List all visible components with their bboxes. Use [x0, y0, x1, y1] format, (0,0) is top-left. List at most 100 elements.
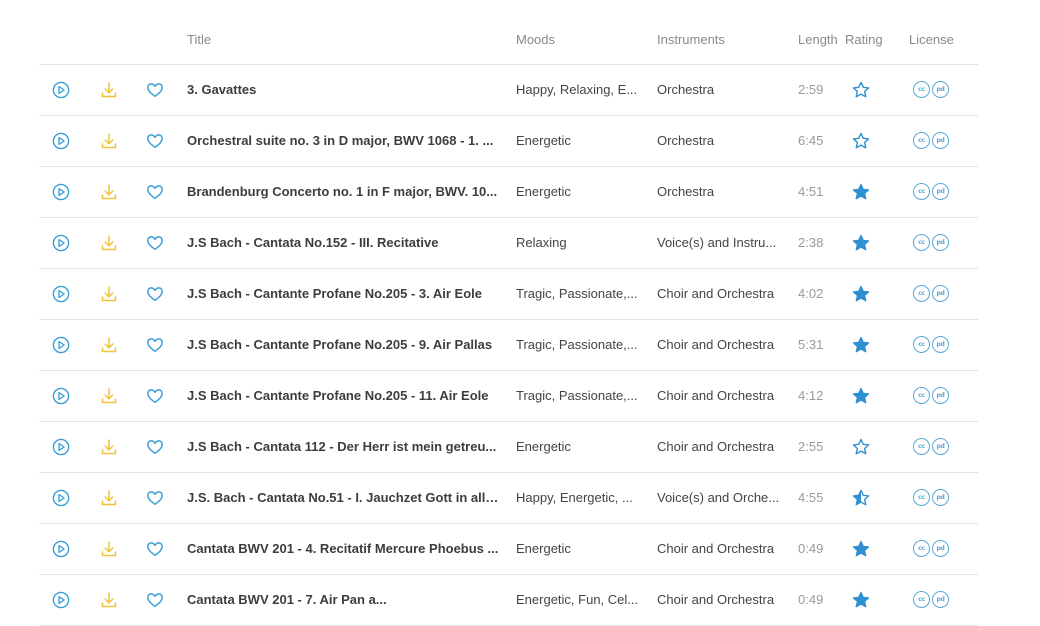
- track-title[interactable]: J.S Bach - Cantata 112 - Der Herr ist me…: [187, 439, 503, 454]
- heart-icon[interactable]: [145, 80, 165, 100]
- star-icon[interactable]: [851, 590, 871, 610]
- track-title[interactable]: 3. Gavattes: [187, 82, 503, 97]
- track-instruments: Choir and Orchestra: [657, 388, 775, 403]
- column-header-license[interactable]: License: [909, 32, 954, 47]
- play-icon[interactable]: [51, 335, 71, 355]
- heart-icon[interactable]: [145, 284, 165, 304]
- column-header-rating[interactable]: Rating: [845, 32, 883, 47]
- license-badges[interactable]: cc pd: [913, 81, 951, 99]
- table-row[interactable]: Cantata BWV 201 - 7. Air Pan a... Energe…: [39, 575, 978, 626]
- heart-icon[interactable]: [145, 182, 165, 202]
- play-icon[interactable]: [51, 233, 71, 253]
- download-icon[interactable]: [99, 182, 119, 202]
- cc-license-icon: cc: [913, 387, 930, 404]
- star-icon[interactable]: [851, 284, 871, 304]
- cc-license-icon: cc: [913, 234, 930, 251]
- track-moods: Energetic: [516, 541, 571, 556]
- track-title[interactable]: J.S. Bach - Cantata No.51 - I. Jauchzet …: [187, 490, 503, 505]
- heart-icon[interactable]: [145, 590, 165, 610]
- track-title[interactable]: J.S Bach - Cantante Profane No.205 - 11.…: [187, 388, 503, 403]
- star-icon[interactable]: [851, 80, 871, 100]
- play-icon[interactable]: [51, 590, 71, 610]
- license-badges[interactable]: cc pd: [913, 234, 951, 252]
- table-row[interactable]: J.S Bach - Cantata 112 - Der Herr ist me…: [39, 422, 978, 473]
- license-badges[interactable]: cc pd: [913, 591, 951, 609]
- download-icon[interactable]: [99, 284, 119, 304]
- star-icon[interactable]: [851, 182, 871, 202]
- table-row[interactable]: Orchestral suite no. 3 in D major, BWV 1…: [39, 116, 978, 167]
- play-icon[interactable]: [51, 437, 71, 457]
- download-icon[interactable]: [99, 488, 119, 508]
- download-icon[interactable]: [99, 386, 119, 406]
- star-icon[interactable]: [851, 386, 871, 406]
- track-length: 4:12: [798, 388, 824, 403]
- heart-icon[interactable]: [145, 488, 165, 508]
- heart-icon[interactable]: [145, 131, 165, 151]
- heart-icon[interactable]: [145, 437, 165, 457]
- play-icon[interactable]: [51, 182, 71, 202]
- play-icon[interactable]: [51, 284, 71, 304]
- star-icon[interactable]: [851, 539, 871, 559]
- download-icon[interactable]: [99, 335, 119, 355]
- play-icon[interactable]: [51, 80, 71, 100]
- table-row[interactable]: J.S Bach - Cantante Profane No.205 - 3. …: [39, 269, 978, 320]
- table-row[interactable]: J.S Bach - Cantata No.152 - III. Recitat…: [39, 218, 978, 269]
- track-title[interactable]: Brandenburg Concerto no. 1 in F major, B…: [187, 184, 503, 199]
- play-icon[interactable]: [51, 539, 71, 559]
- cc-license-icon: cc: [913, 591, 930, 608]
- column-header-title[interactable]: Title: [187, 32, 211, 47]
- table-row[interactable]: J.S Bach - Cantante Profane No.205 - 11.…: [39, 371, 978, 422]
- download-icon[interactable]: [99, 539, 119, 559]
- license-badges[interactable]: cc pd: [913, 336, 951, 354]
- column-header-instruments[interactable]: Instruments: [657, 32, 725, 47]
- star-icon[interactable]: [851, 233, 871, 253]
- play-icon[interactable]: [51, 386, 71, 406]
- track-length: 6:45: [798, 133, 824, 148]
- heart-icon[interactable]: [145, 233, 165, 253]
- track-moods: Energetic: [516, 133, 571, 148]
- column-header-length[interactable]: Length: [798, 32, 838, 47]
- download-icon[interactable]: [99, 437, 119, 457]
- table-row[interactable]: Cantata BWV 201 - 4. Recitatif Mercure P…: [39, 524, 978, 575]
- license-badges[interactable]: cc pd: [913, 489, 951, 507]
- download-icon[interactable]: [99, 80, 119, 100]
- table-row[interactable]: J.S Bach - Cantante Profane No.205 - 9. …: [39, 320, 978, 371]
- download-icon[interactable]: [99, 131, 119, 151]
- star-icon[interactable]: [851, 335, 871, 355]
- license-badges[interactable]: cc pd: [913, 132, 951, 150]
- heart-icon[interactable]: [145, 386, 165, 406]
- play-icon[interactable]: [51, 488, 71, 508]
- track-title[interactable]: J.S Bach - Cantata No.152 - III. Recitat…: [187, 235, 503, 250]
- table-row[interactable]: Brandenburg Concerto no. 1 in F major, B…: [39, 167, 978, 218]
- track-instruments: Voice(s) and Instru...: [657, 235, 777, 250]
- track-length: 2:38: [798, 235, 824, 250]
- pd-license-icon: pd: [932, 387, 949, 404]
- star-icon[interactable]: [851, 437, 871, 457]
- track-instruments: Orchestra: [657, 82, 715, 97]
- track-length: 4:02: [798, 286, 824, 301]
- track-title[interactable]: J.S Bach - Cantante Profane No.205 - 3. …: [187, 286, 503, 301]
- table-row[interactable]: 3. Gavattes Happy, Relaxing, E... Orches…: [39, 65, 978, 116]
- license-badges[interactable]: cc pd: [913, 183, 951, 201]
- license-badges[interactable]: cc pd: [913, 438, 951, 456]
- download-icon[interactable]: [99, 590, 119, 610]
- pd-license-icon: pd: [932, 81, 949, 98]
- table-row[interactable]: J.S. Bach - Cantata No.51 - I. Jauchzet …: [39, 473, 978, 524]
- star-icon[interactable]: [851, 131, 871, 151]
- track-title[interactable]: Cantata BWV 201 - 4. Recitatif Mercure P…: [187, 541, 503, 556]
- column-header-moods[interactable]: Moods: [516, 32, 555, 47]
- track-moods: Happy, Energetic, ...: [516, 490, 633, 505]
- download-icon[interactable]: [99, 233, 119, 253]
- license-badges[interactable]: cc pd: [913, 285, 951, 303]
- star-icon[interactable]: [851, 488, 871, 508]
- pd-license-icon: pd: [932, 540, 949, 557]
- heart-icon[interactable]: [145, 539, 165, 559]
- track-moods: Energetic: [516, 184, 571, 199]
- play-icon[interactable]: [51, 131, 71, 151]
- license-badges[interactable]: cc pd: [913, 387, 951, 405]
- heart-icon[interactable]: [145, 335, 165, 355]
- license-badges[interactable]: cc pd: [913, 540, 951, 558]
- track-title[interactable]: Orchestral suite no. 3 in D major, BWV 1…: [187, 133, 503, 148]
- track-title[interactable]: J.S Bach - Cantante Profane No.205 - 9. …: [187, 337, 503, 352]
- track-title[interactable]: Cantata BWV 201 - 7. Air Pan a...: [187, 592, 503, 607]
